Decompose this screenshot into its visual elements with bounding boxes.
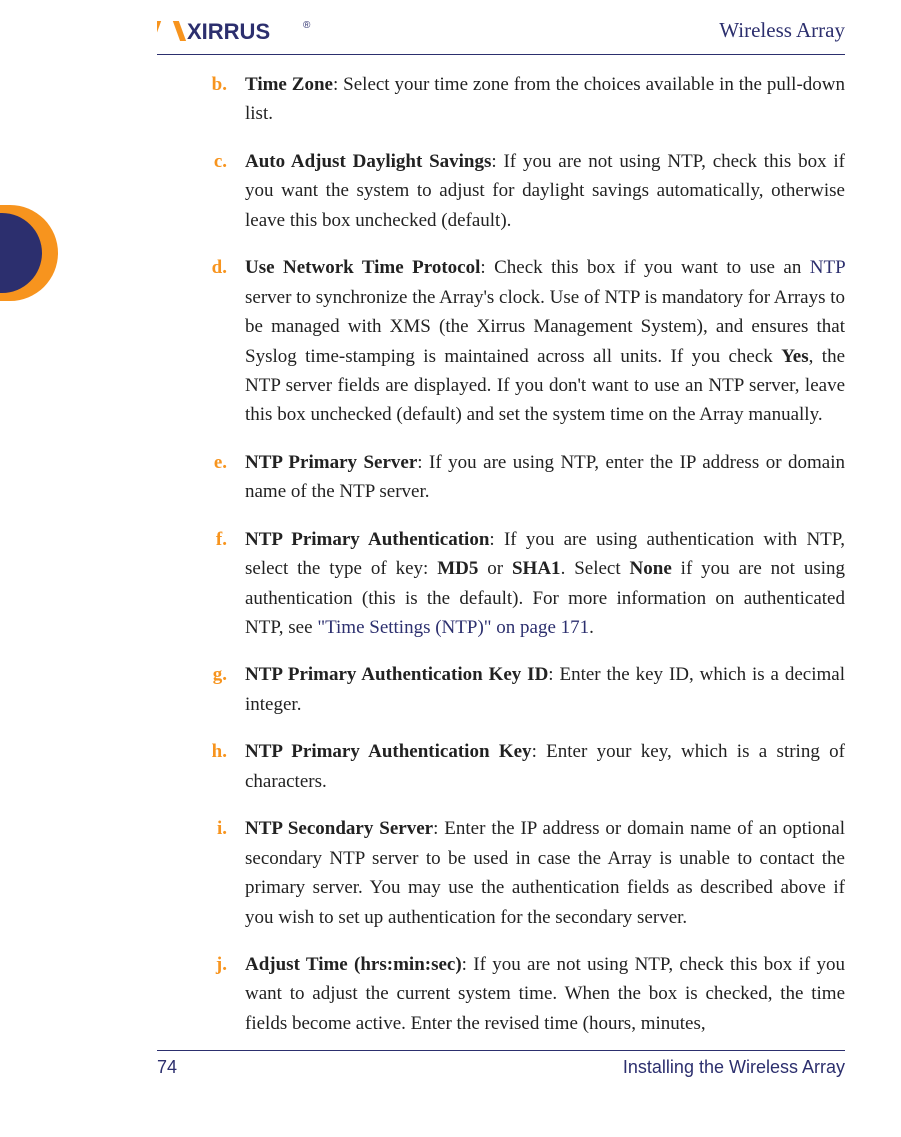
item-marker: i.: [157, 814, 245, 932]
page-number: 74: [157, 1057, 177, 1078]
list-item-f: f. NTP Primary Authentication: If you ar…: [157, 525, 845, 643]
list-item-b: b. Time Zone: Select your time zone from…: [157, 70, 845, 129]
item-body: Adjust Time (hrs:min:sec): If you are no…: [245, 950, 845, 1038]
list-item-g: g. NTP Primary Authentication Key ID: En…: [157, 660, 845, 719]
item-body: NTP Primary Server: If you are using NTP…: [245, 448, 845, 507]
item-marker: c.: [157, 147, 245, 235]
item-marker: g.: [157, 660, 245, 719]
time-settings-link[interactable]: "Time Settings (NTP)" on page 171: [317, 617, 589, 638]
item-body: NTP Primary Authentication Key: Enter yo…: [245, 737, 845, 796]
page-footer: 74 Installing the Wireless Array: [157, 1050, 845, 1087]
item-body: NTP Secondary Server: Enter the IP addre…: [245, 814, 845, 932]
item-body: Auto Adjust Daylight Savings: If you are…: [245, 147, 845, 235]
content-body: b. Time Zone: Select your time zone from…: [157, 70, 845, 1056]
item-marker: b.: [157, 70, 245, 129]
header-doc-title: Wireless Array: [719, 18, 845, 43]
list-item-j: j. Adjust Time (hrs:min:sec): If you are…: [157, 950, 845, 1038]
item-body: Time Zone: Select your time zone from th…: [245, 70, 845, 129]
item-marker: j.: [157, 950, 245, 1038]
item-marker: e.: [157, 448, 245, 507]
svg-text:®: ®: [303, 20, 311, 31]
list-item-d: d. Use Network Time Protocol: Check this…: [157, 253, 845, 430]
ntp-link[interactable]: NTP: [810, 257, 845, 278]
side-tab-decoration: [0, 205, 58, 301]
chapter-title: Installing the Wireless Array: [623, 1057, 845, 1078]
list-item-c: c. Auto Adjust Daylight Savings: If you …: [157, 147, 845, 235]
item-body: NTP Primary Authentication: If you are u…: [245, 525, 845, 643]
xirrus-logo: XIRRUS ®: [157, 16, 317, 46]
item-marker: f.: [157, 525, 245, 643]
item-body: Use Network Time Protocol: Check this bo…: [245, 253, 845, 430]
list-item-h: h. NTP Primary Authentication Key: Enter…: [157, 737, 845, 796]
item-body: NTP Primary Authentication Key ID: Enter…: [245, 660, 845, 719]
list-item-e: e. NTP Primary Server: If you are using …: [157, 448, 845, 507]
item-marker: h.: [157, 737, 245, 796]
list-item-i: i. NTP Secondary Server: Enter the IP ad…: [157, 814, 845, 932]
svg-text:XIRRUS: XIRRUS: [187, 19, 270, 44]
page-header: XIRRUS ® Wireless Array: [157, 16, 845, 55]
item-marker: d.: [157, 253, 245, 430]
